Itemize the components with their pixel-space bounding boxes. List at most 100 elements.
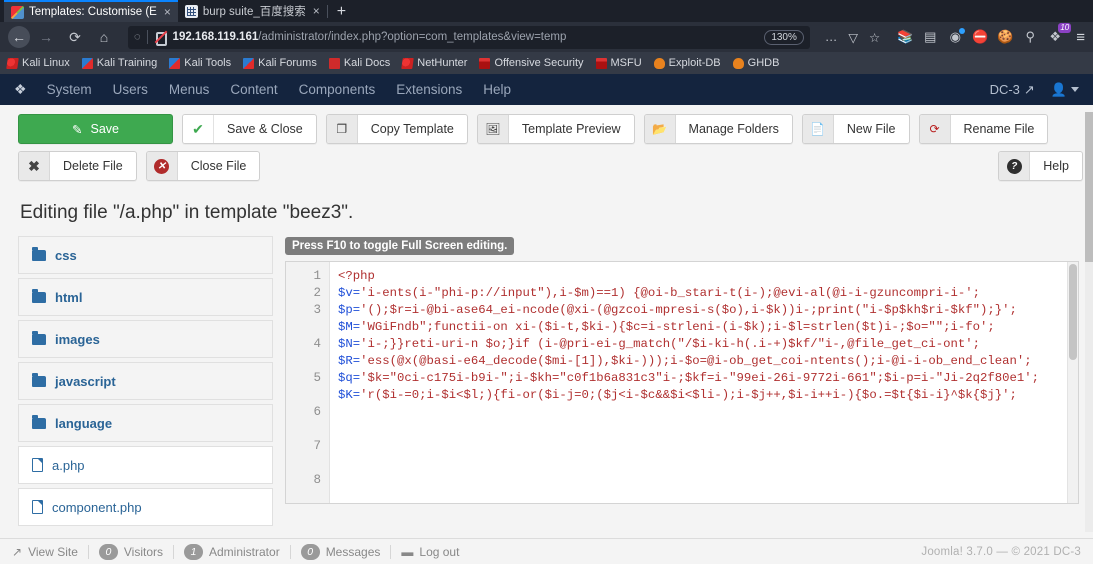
wappalyzer-icon[interactable]: ❖ 10 — [1047, 23, 1072, 45]
tab-title: Templates: Customise (E — [29, 6, 157, 18]
sidebar-icon[interactable]: ▤ — [922, 29, 938, 45]
kali-icon — [169, 57, 181, 69]
url-divider — [146, 30, 148, 44]
noscript-icon[interactable]: ⛔ — [972, 29, 988, 45]
user-menu[interactable]: 👤 — [1051, 82, 1079, 98]
page-scrollbar-thumb[interactable] — [1085, 112, 1093, 262]
menu-item-users[interactable]: Users — [113, 82, 148, 97]
editor-scrollbar[interactable] — [1067, 262, 1078, 503]
file-tree-item-html[interactable]: html — [18, 278, 273, 316]
file-tree-label: images — [55, 331, 100, 347]
copy-template-button[interactable]: ❐ Copy Template — [325, 114, 468, 144]
pin-icon[interactable]: ⚲ — [1022, 29, 1038, 45]
line-number: 8 — [313, 473, 321, 487]
bookmark-exploit-db[interactable]: Exploit-DB — [653, 57, 721, 69]
bookmark-label: GHDB — [747, 57, 780, 69]
menu-item-components[interactable]: Components — [299, 82, 376, 97]
menu-item-system[interactable]: System — [47, 82, 92, 97]
tab-burp-suite[interactable]: burp suite_百度搜索 × — [178, 0, 327, 22]
code-text[interactable]: <?php $v='i-ents(i-"phi-p://input"),i-$m… — [330, 262, 1078, 503]
delete-file-label: Delete File — [63, 159, 123, 173]
line-number: 3 — [313, 303, 321, 317]
burp-favicon-icon — [184, 4, 198, 18]
url-bar[interactable]: ◌ 192.168.119.161/administrator/index.ph… — [128, 25, 810, 49]
delete-file-button[interactable]: ✖ Delete File — [18, 151, 137, 181]
messages-stat[interactable]: 0 Messages — [300, 543, 380, 560]
visitors-count: 0 — [98, 543, 118, 560]
file-tree-item-javascript[interactable]: javascript — [18, 362, 273, 400]
file-tree-item-component-php[interactable]: component.php — [18, 488, 273, 526]
help-button[interactable]: ? Help — [998, 151, 1083, 181]
account-icon[interactable]: ◉ — [947, 28, 966, 45]
visitors-stat[interactable]: 0 Visitors — [98, 543, 163, 560]
status-divider — [390, 544, 392, 559]
tab-templates-customise[interactable]: Templates: Customise (E × — [4, 0, 178, 22]
home-icon[interactable]: ⌂ — [91, 25, 117, 49]
new-tab-button[interactable]: + — [328, 2, 355, 22]
zoom-level-badge[interactable]: 130% — [764, 29, 804, 45]
joomla-favicon-icon — [11, 5, 24, 19]
file-tree-item-a-php[interactable]: a.php — [18, 446, 273, 484]
toolbar-row-primary: ✎ Save ✔ Save & Close ❐ Copy Template 🖼 T… — [18, 114, 1083, 144]
site-link[interactable]: DC-3 ↗ — [990, 82, 1035, 98]
insecure-lock-icon[interactable] — [154, 31, 167, 46]
file-tree-label: language — [55, 415, 113, 431]
close-file-button[interactable]: ✕ Close File — [145, 151, 261, 181]
file-tree-item-images[interactable]: images — [18, 320, 273, 358]
bookmark-ghdb[interactable]: GHDB — [732, 57, 780, 69]
line-number: 6 — [313, 405, 321, 419]
new-file-button[interactable]: 📄 New File — [801, 114, 910, 144]
shield-icon[interactable]: ◌ — [134, 31, 141, 43]
back-icon[interactable]: ← — [8, 26, 30, 48]
manage-folders-button[interactable]: 📂 Manage Folders — [643, 114, 793, 144]
rename-file-button[interactable]: ⟳ Rename File — [918, 114, 1049, 144]
administrator-stat[interactable]: 1 Administrator — [184, 543, 280, 560]
file-tree-label: a.php — [52, 457, 85, 473]
pencil-icon: ✎ — [72, 122, 83, 137]
bookmark-msfu[interactable]: MSFU — [595, 57, 642, 69]
logout-link[interactable]: ▬ Log out — [401, 545, 459, 559]
menu-item-help[interactable]: Help — [483, 82, 511, 97]
forward-icon[interactable]: → — [33, 25, 59, 49]
kali-dragon-icon — [401, 57, 415, 69]
more-actions-icon[interactable]: … — [821, 30, 842, 44]
bookmark-kali-docs[interactable]: Kali Docs — [328, 57, 391, 69]
bookmark-label: Exploit-DB — [668, 57, 721, 69]
reload-icon[interactable]: ⟳ — [62, 25, 88, 49]
pocket-icon[interactable]: ▽ — [844, 30, 862, 45]
view-site-link[interactable]: ↗ View Site — [12, 545, 78, 559]
kali-icon — [81, 57, 93, 69]
close-circle-icon: ✕ — [146, 152, 178, 180]
bookmark-kali-training[interactable]: Kali Training — [81, 57, 157, 69]
menu-item-extensions[interactable]: Extensions — [396, 82, 462, 97]
image-icon: 🖼 — [477, 115, 509, 143]
bookmark-label: MSFU — [610, 57, 642, 69]
menu-item-content[interactable]: Content — [230, 82, 277, 97]
save-close-label: Save & Close — [227, 122, 303, 136]
bookmark-kali-tools[interactable]: Kali Tools — [169, 57, 231, 69]
page-scrollbar[interactable] — [1085, 112, 1093, 532]
extension-icons: 📚 ▤ ◉ ⛔ 🍪 ⚲ ❖ 10 — [887, 23, 1072, 45]
cookie-icon[interactable]: 🍪 — [997, 29, 1013, 45]
save-button[interactable]: ✎ Save — [18, 114, 173, 144]
bookmark-nethunter[interactable]: NetHunter — [401, 57, 467, 69]
bookmark-kali-linux[interactable]: Kali Linux — [6, 57, 70, 69]
library-icon[interactable]: 📚 — [897, 29, 913, 45]
x-icon: ✖ — [19, 152, 50, 180]
file-tree-item-css[interactable]: css — [18, 236, 273, 274]
template-preview-button[interactable]: 🖼 Template Preview — [476, 114, 635, 144]
file-tree-item-language[interactable]: language — [18, 404, 273, 442]
joomla-logo-icon[interactable]: ❖ — [14, 81, 27, 98]
tab-close-icon[interactable]: × — [164, 5, 171, 19]
bookmark-star-icon[interactable]: ☆ — [865, 30, 884, 45]
check-icon: ✔ — [183, 115, 214, 143]
save-close-button[interactable]: ✔ Save & Close — [182, 114, 317, 144]
editor-scrollbar-thumb[interactable] — [1069, 264, 1077, 360]
tab-close-icon[interactable]: × — [313, 4, 320, 18]
code-editor[interactable]: 1 2 3 4 5 6 7 8 <?php $v='i-ents(i-"phi-… — [285, 261, 1079, 504]
bookmark-label: Kali Docs — [343, 57, 391, 69]
bookmark-offensive-security[interactable]: Offensive Security — [479, 57, 584, 69]
editor-column: Press F10 to toggle Full Screen editing.… — [285, 236, 1079, 530]
bookmark-kali-forums[interactable]: Kali Forums — [243, 57, 317, 69]
menu-item-menus[interactable]: Menus — [169, 82, 210, 97]
